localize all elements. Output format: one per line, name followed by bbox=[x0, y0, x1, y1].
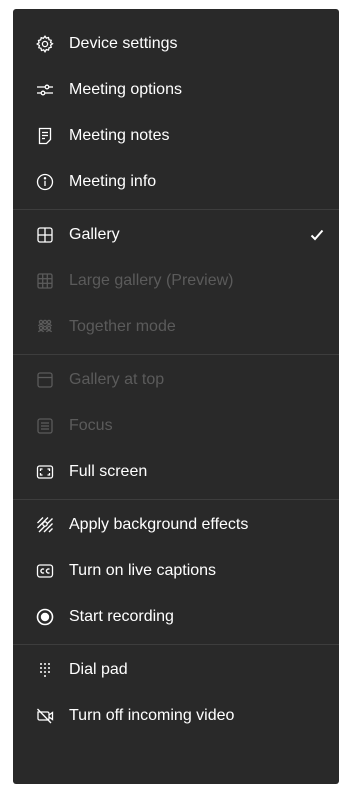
menu-item-label: Dial pad bbox=[69, 661, 128, 678]
menu-group-calls: Dial pad Turn off incoming video bbox=[13, 645, 339, 743]
menu-item-label: Together mode bbox=[69, 318, 176, 335]
record-icon bbox=[35, 607, 55, 627]
checkmark-icon bbox=[309, 227, 325, 243]
menu-item-label: Device settings bbox=[69, 35, 178, 52]
menu-item-meeting-notes[interactable]: Meeting notes bbox=[13, 113, 339, 159]
menu-item-label: Meeting options bbox=[69, 81, 182, 98]
menu-item-label: Gallery at top bbox=[69, 371, 165, 388]
menu-item-gallery-at-top: Gallery at top bbox=[13, 357, 339, 403]
menu-item-label: Focus bbox=[69, 417, 113, 434]
menu-group-view: Gallery at top Focus Full screen bbox=[13, 355, 339, 499]
menu-group-effects: Apply background effects Turn on live ca… bbox=[13, 500, 339, 644]
menu-item-together-mode: Together mode bbox=[13, 304, 339, 350]
menu-item-live-captions[interactable]: Turn on live captions bbox=[13, 548, 339, 594]
gallery-top-icon bbox=[35, 370, 55, 390]
large-gallery-icon bbox=[35, 271, 55, 291]
info-icon bbox=[35, 172, 55, 192]
menu-item-meeting-options[interactable]: Meeting options bbox=[13, 67, 339, 113]
menu-group-layout: Gallery Large gallery (Preview) Together… bbox=[13, 210, 339, 354]
gallery-icon bbox=[35, 225, 55, 245]
together-mode-icon bbox=[35, 317, 55, 337]
menu-item-dial-pad[interactable]: Dial pad bbox=[13, 647, 339, 693]
menu-item-turn-off-incoming-video[interactable]: Turn off incoming video bbox=[13, 693, 339, 739]
video-off-icon bbox=[35, 706, 55, 726]
menu-item-gallery[interactable]: Gallery bbox=[13, 212, 339, 258]
menu-item-background-effects[interactable]: Apply background effects bbox=[13, 502, 339, 548]
menu-item-label: Apply background effects bbox=[69, 516, 249, 533]
focus-icon bbox=[35, 416, 55, 436]
notes-icon bbox=[35, 126, 55, 146]
menu-item-label: Turn off incoming video bbox=[69, 707, 235, 724]
dialpad-icon bbox=[35, 660, 55, 680]
menu-item-focus: Focus bbox=[13, 403, 339, 449]
menu-item-large-gallery: Large gallery (Preview) bbox=[13, 258, 339, 304]
menu-item-label: Turn on live captions bbox=[69, 562, 217, 579]
sliders-icon bbox=[35, 80, 55, 100]
more-actions-menu: Device settings Meeting options Meeting … bbox=[13, 9, 339, 784]
menu-item-full-screen[interactable]: Full screen bbox=[13, 449, 339, 495]
fullscreen-icon bbox=[35, 462, 55, 482]
menu-item-start-recording[interactable]: Start recording bbox=[13, 594, 339, 640]
menu-item-label: Meeting info bbox=[69, 173, 157, 190]
menu-item-label: Start recording bbox=[69, 608, 174, 625]
gear-icon bbox=[35, 34, 55, 54]
menu-item-label: Meeting notes bbox=[69, 127, 170, 144]
menu-item-device-settings[interactable]: Device settings bbox=[13, 21, 339, 67]
menu-item-label: Full screen bbox=[69, 463, 148, 480]
menu-group-settings: Device settings Meeting options Meeting … bbox=[13, 19, 339, 209]
menu-item-meeting-info[interactable]: Meeting info bbox=[13, 159, 339, 205]
menu-item-label: Large gallery (Preview) bbox=[69, 272, 234, 289]
captions-icon bbox=[35, 561, 55, 581]
menu-item-label: Gallery bbox=[69, 226, 120, 243]
background-effects-icon bbox=[35, 515, 55, 535]
